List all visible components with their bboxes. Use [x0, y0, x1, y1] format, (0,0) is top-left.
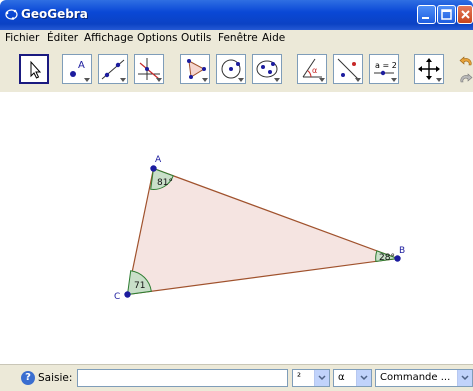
chevron-down-icon — [457, 370, 472, 386]
close-button[interactable] — [457, 5, 473, 24]
reflect-tool-button[interactable] — [333, 54, 363, 84]
menu-bar: Fichier Éditer Affichage Options Outils … — [0, 30, 473, 47]
greek-letter-combo[interactable]: α — [333, 369, 372, 387]
menu-aide[interactable]: Aide — [262, 32, 285, 44]
angle-c-label: 71 — [134, 281, 145, 291]
svg-text:a = 2: a = 2 — [375, 61, 397, 70]
svg-text:A: A — [78, 60, 85, 71]
menu-fenetre[interactable]: Fenêtre — [218, 32, 258, 44]
maximize-icon — [441, 9, 452, 20]
undo-button[interactable] — [459, 54, 473, 68]
input-bar: ? Saisie: ² α Commande ... — [0, 364, 473, 391]
minimize-icon — [422, 17, 429, 19]
input-field[interactable] — [77, 369, 288, 387]
angle-b-label: 28° — [379, 253, 395, 263]
input-label: Saisie: — [38, 372, 73, 384]
conic-tool-button[interactable] — [252, 54, 282, 84]
circle-tool-button[interactable] — [216, 54, 246, 84]
angle-a-label: 81° — [157, 178, 173, 188]
redo-icon — [460, 73, 473, 83]
svg-text:α: α — [312, 66, 317, 75]
help-icon[interactable]: ? — [21, 371, 35, 385]
command-combo[interactable]: Commande ... — [375, 369, 473, 387]
redo-button[interactable] — [459, 71, 473, 85]
undo-icon — [459, 56, 472, 66]
menu-fichier[interactable]: Fichier — [5, 32, 39, 44]
slider-tool-button[interactable]: a = 2 — [369, 54, 399, 84]
point-b-label: B — [399, 246, 405, 256]
line-tool-button[interactable] — [98, 54, 128, 84]
polygon-tool-button[interactable] — [180, 54, 210, 84]
move-graphics-view-tool-button[interactable] — [414, 54, 444, 84]
point-c-label: C — [114, 292, 120, 302]
geometry-drawing: 81° 28° 71 A B C — [114, 155, 405, 302]
point-c[interactable] — [124, 291, 131, 298]
toolbar: A α a = 2 — [0, 47, 473, 93]
point-tool-button[interactable]: A — [62, 54, 92, 84]
angle-tool-button[interactable]: α — [297, 54, 327, 84]
cursor-arrow-icon — [30, 60, 42, 79]
symbol-combo[interactable]: ² — [292, 369, 330, 387]
minimize-button[interactable] — [417, 5, 436, 24]
menu-outils[interactable]: Outils — [181, 32, 211, 44]
title-bar: GeoGebra — [0, 0, 473, 30]
point-a[interactable] — [150, 165, 157, 172]
menu-editer[interactable]: Éditer — [47, 32, 78, 44]
graphics-view[interactable]: 81° 28° 71 A B C — [0, 92, 473, 364]
geogebra-logo-icon — [5, 9, 18, 20]
perpendicular-line-tool-button[interactable] — [134, 54, 164, 84]
chevron-down-icon — [314, 370, 329, 386]
move-tool-button[interactable] — [19, 54, 49, 84]
window-title: GeoGebra — [21, 7, 88, 21]
chevron-down-icon — [356, 370, 371, 386]
menu-affichage[interactable]: Affichage — [84, 32, 133, 44]
menu-options[interactable]: Options — [137, 32, 178, 44]
point-b[interactable] — [394, 255, 401, 262]
point-a-label: A — [155, 155, 162, 165]
maximize-button[interactable] — [437, 5, 456, 24]
close-icon — [461, 10, 470, 19]
